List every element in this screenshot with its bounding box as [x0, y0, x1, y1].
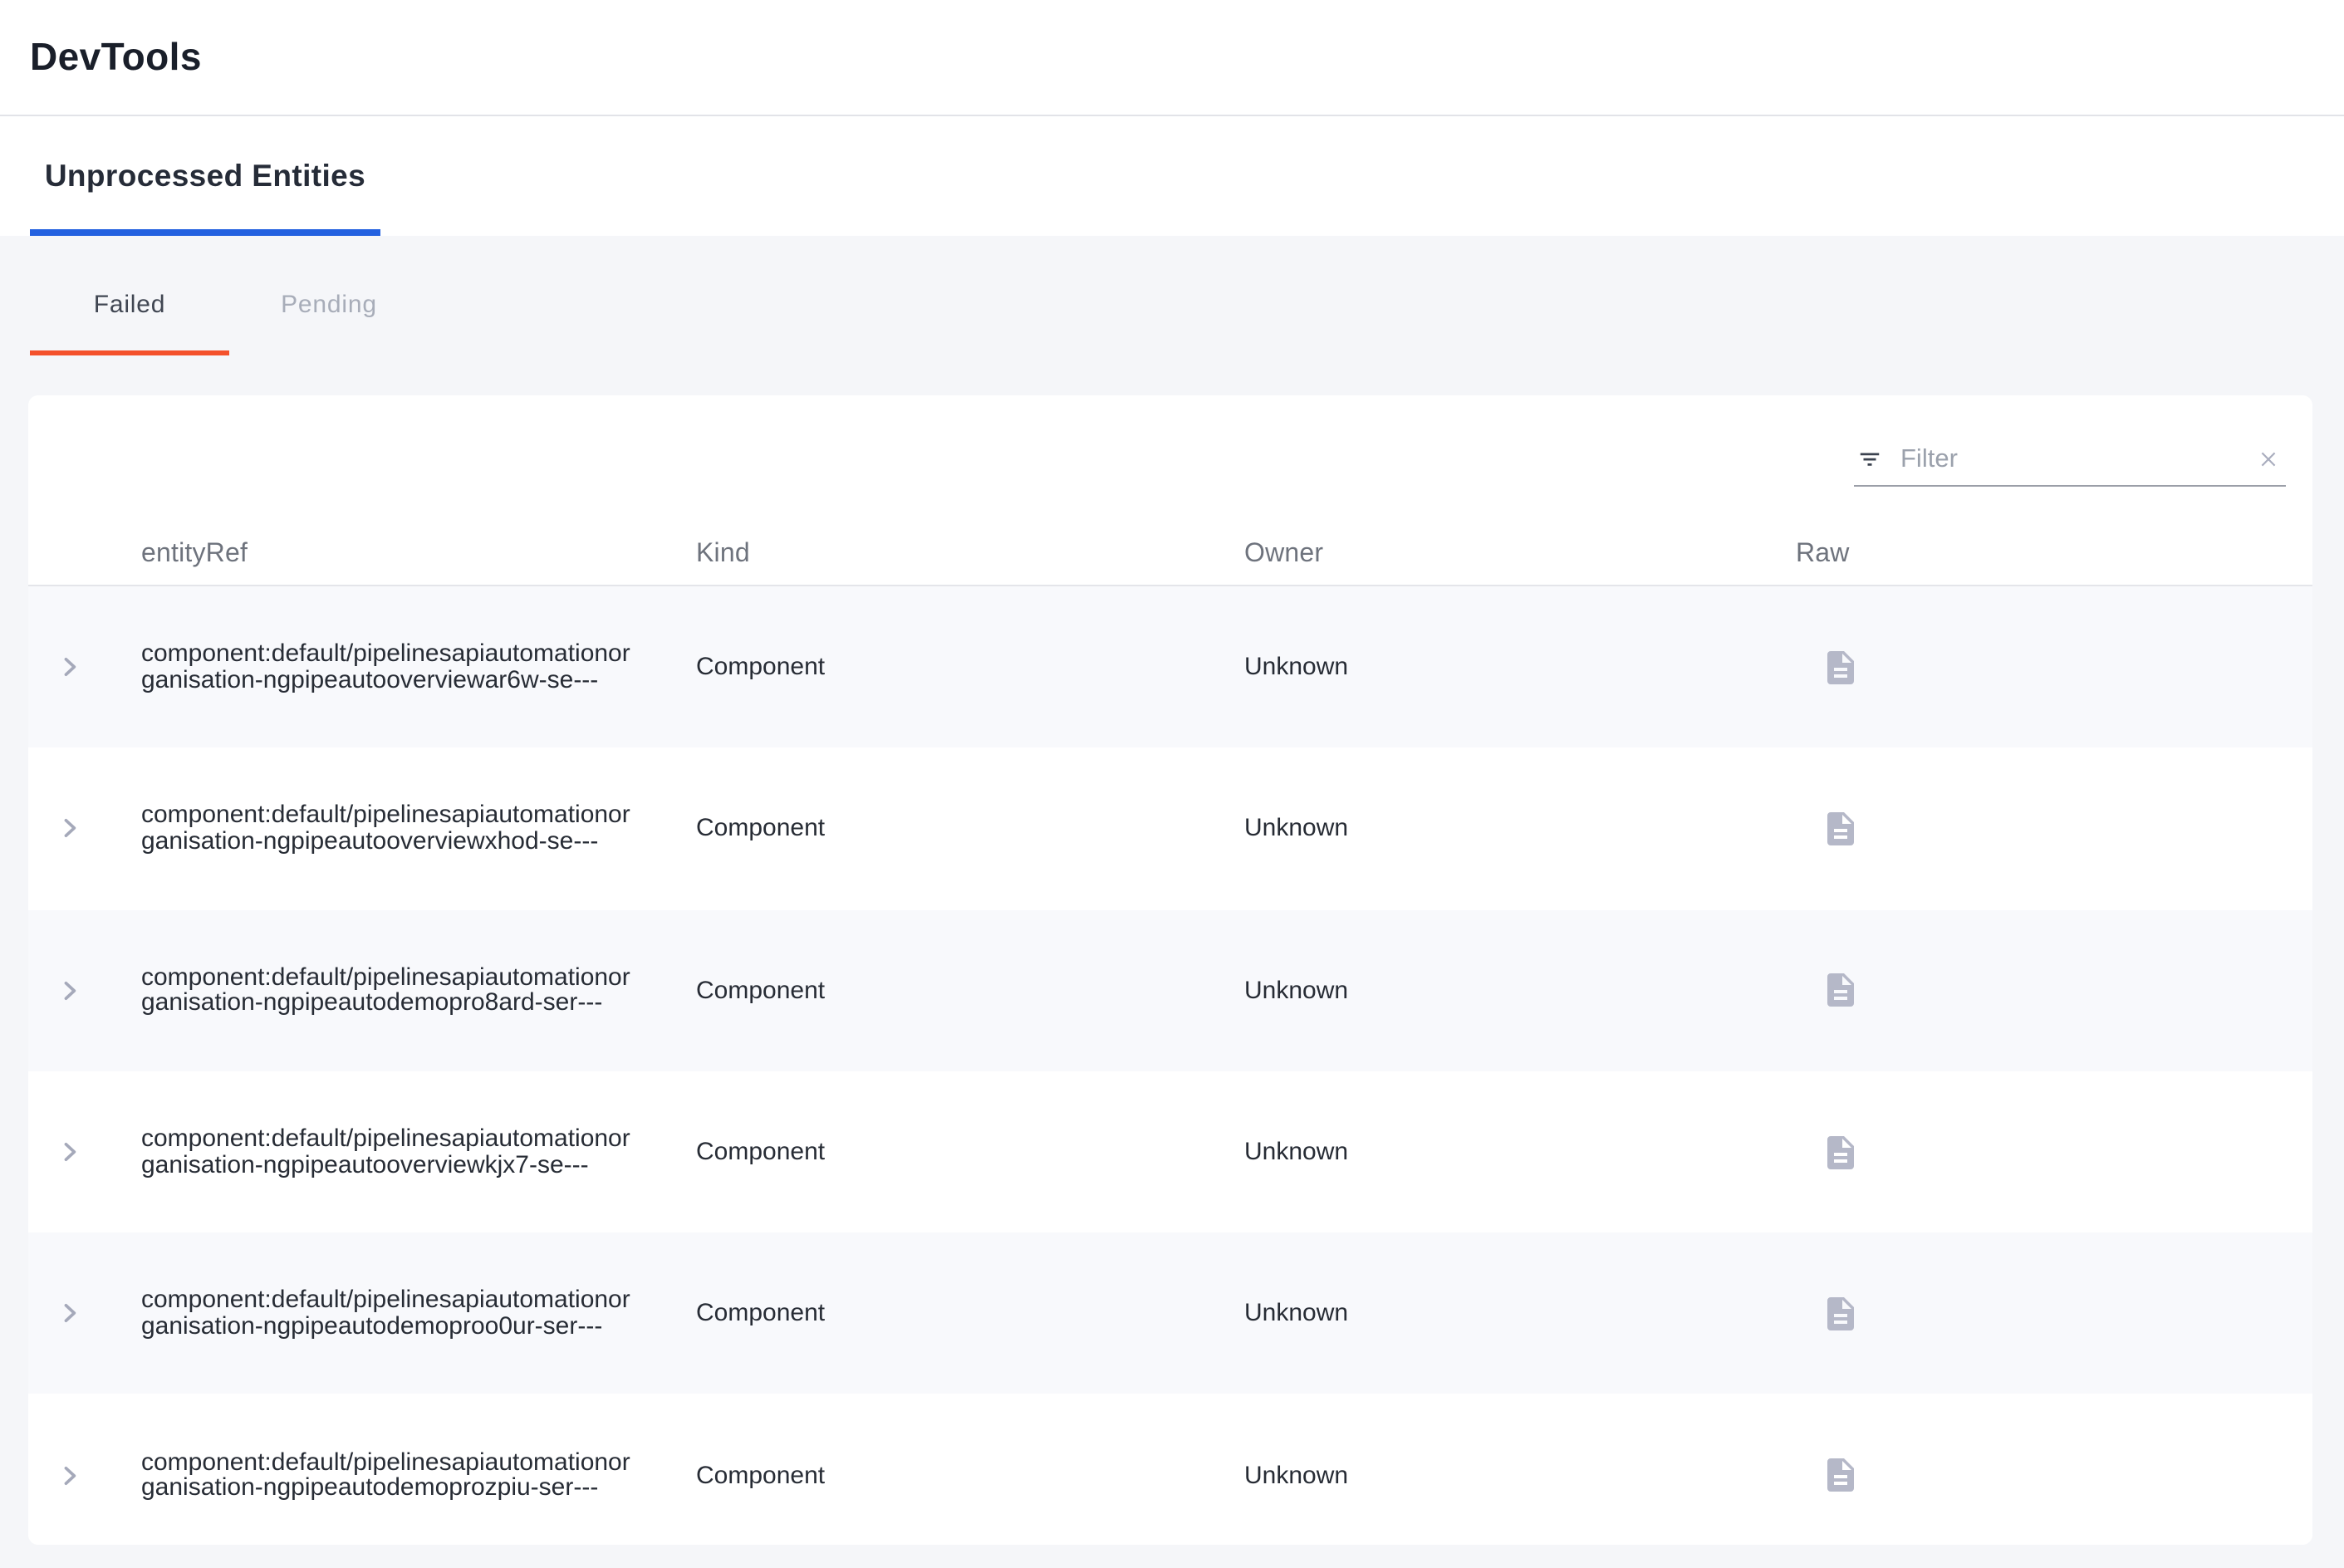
document-icon[interactable]: [1821, 970, 1861, 1010]
chevron-right-icon[interactable]: [55, 976, 83, 1004]
column-header-owner: Owner: [1244, 540, 1796, 570]
table-toolbar: [28, 395, 2312, 498]
tab-label: Failed: [94, 273, 166, 318]
document-icon[interactable]: [1821, 1132, 1861, 1172]
chevron-right-icon[interactable]: [55, 1138, 83, 1166]
filter-list-icon: [1857, 447, 1882, 472]
primary-tab-bar: Unprocessed Entities: [0, 116, 2344, 236]
owner-value: Unknown: [1244, 1461, 1348, 1489]
entityref-value: component:default/pipelinesapiautomation…: [141, 803, 630, 855]
owner-value: Unknown: [1244, 653, 1348, 681]
document-icon[interactable]: [1821, 647, 1861, 687]
clear-filter-button[interactable]: [2258, 448, 2279, 470]
app-header: DevTools: [0, 0, 2344, 116]
page: DevTools Unprocessed Entities Failed Pen…: [0, 0, 2344, 1568]
document-icon[interactable]: [1821, 1455, 1861, 1495]
table-row: component:default/pipelinesapiautomation…: [28, 748, 2312, 910]
table-row: component:default/pipelinesapiautomation…: [28, 909, 2312, 1071]
document-icon[interactable]: [1821, 809, 1861, 849]
chevron-right-icon[interactable]: [55, 1461, 83, 1489]
entityref-value: component:default/pipelinesapiautomation…: [141, 964, 630, 1016]
page-title: DevTools: [30, 35, 202, 80]
active-tab-indicator: [30, 229, 380, 236]
owner-value: Unknown: [1244, 976, 1348, 1004]
chevron-right-icon[interactable]: [55, 815, 83, 843]
entityref-value: component:default/pipelinesapiautomation…: [141, 641, 630, 693]
status-tab-bar: Failed Pending: [0, 236, 2344, 355]
owner-value: Unknown: [1244, 815, 1348, 843]
kind-value: Component: [696, 976, 825, 1004]
table-row: component:default/pipelinesapiautomation…: [28, 1394, 2312, 1545]
kind-value: Component: [696, 1300, 825, 1328]
table-row: component:default/pipelinesapiautomation…: [28, 586, 2312, 748]
tab-label: Pending: [281, 273, 377, 318]
kind-value: Component: [696, 815, 825, 843]
kind-value: Component: [696, 653, 825, 681]
column-header-raw: Raw: [1796, 540, 2312, 570]
table-header-row: entityRef Kind Owner Raw: [28, 498, 2312, 586]
chevron-right-icon[interactable]: [55, 1300, 83, 1328]
chevron-right-icon[interactable]: [55, 653, 83, 681]
entityref-value: component:default/pipelinesapiautomation…: [141, 1288, 630, 1340]
content-area: Failed Pending: [0, 236, 2344, 1545]
owner-value: Unknown: [1244, 1300, 1348, 1328]
failed-entities-card: entityRef Kind Owner Raw component:defau…: [28, 395, 2312, 1545]
column-header-entityref: entityRef: [141, 540, 696, 570]
tab-failed[interactable]: Failed: [30, 236, 229, 355]
tab-pending[interactable]: Pending: [229, 236, 429, 355]
entityref-value: component:default/pipelinesapiautomation…: [141, 1126, 630, 1178]
filter-input[interactable]: [1897, 443, 2243, 476]
column-header-kind: Kind: [696, 540, 1244, 570]
table-row: component:default/pipelinesapiautomation…: [28, 1232, 2312, 1394]
kind-value: Component: [696, 1138, 825, 1166]
entityref-value: component:default/pipelinesapiautomation…: [141, 1449, 630, 1501]
tab-label: Unprocessed Entities: [45, 158, 365, 194]
table-row: component:default/pipelinesapiautomation…: [28, 1071, 2312, 1233]
owner-value: Unknown: [1244, 1138, 1348, 1166]
kind-value: Component: [696, 1461, 825, 1489]
filter-field: [1854, 434, 2286, 487]
active-tab-indicator: [30, 350, 229, 355]
tab-unprocessed-entities[interactable]: Unprocessed Entities: [30, 116, 380, 236]
document-icon[interactable]: [1821, 1294, 1861, 1334]
